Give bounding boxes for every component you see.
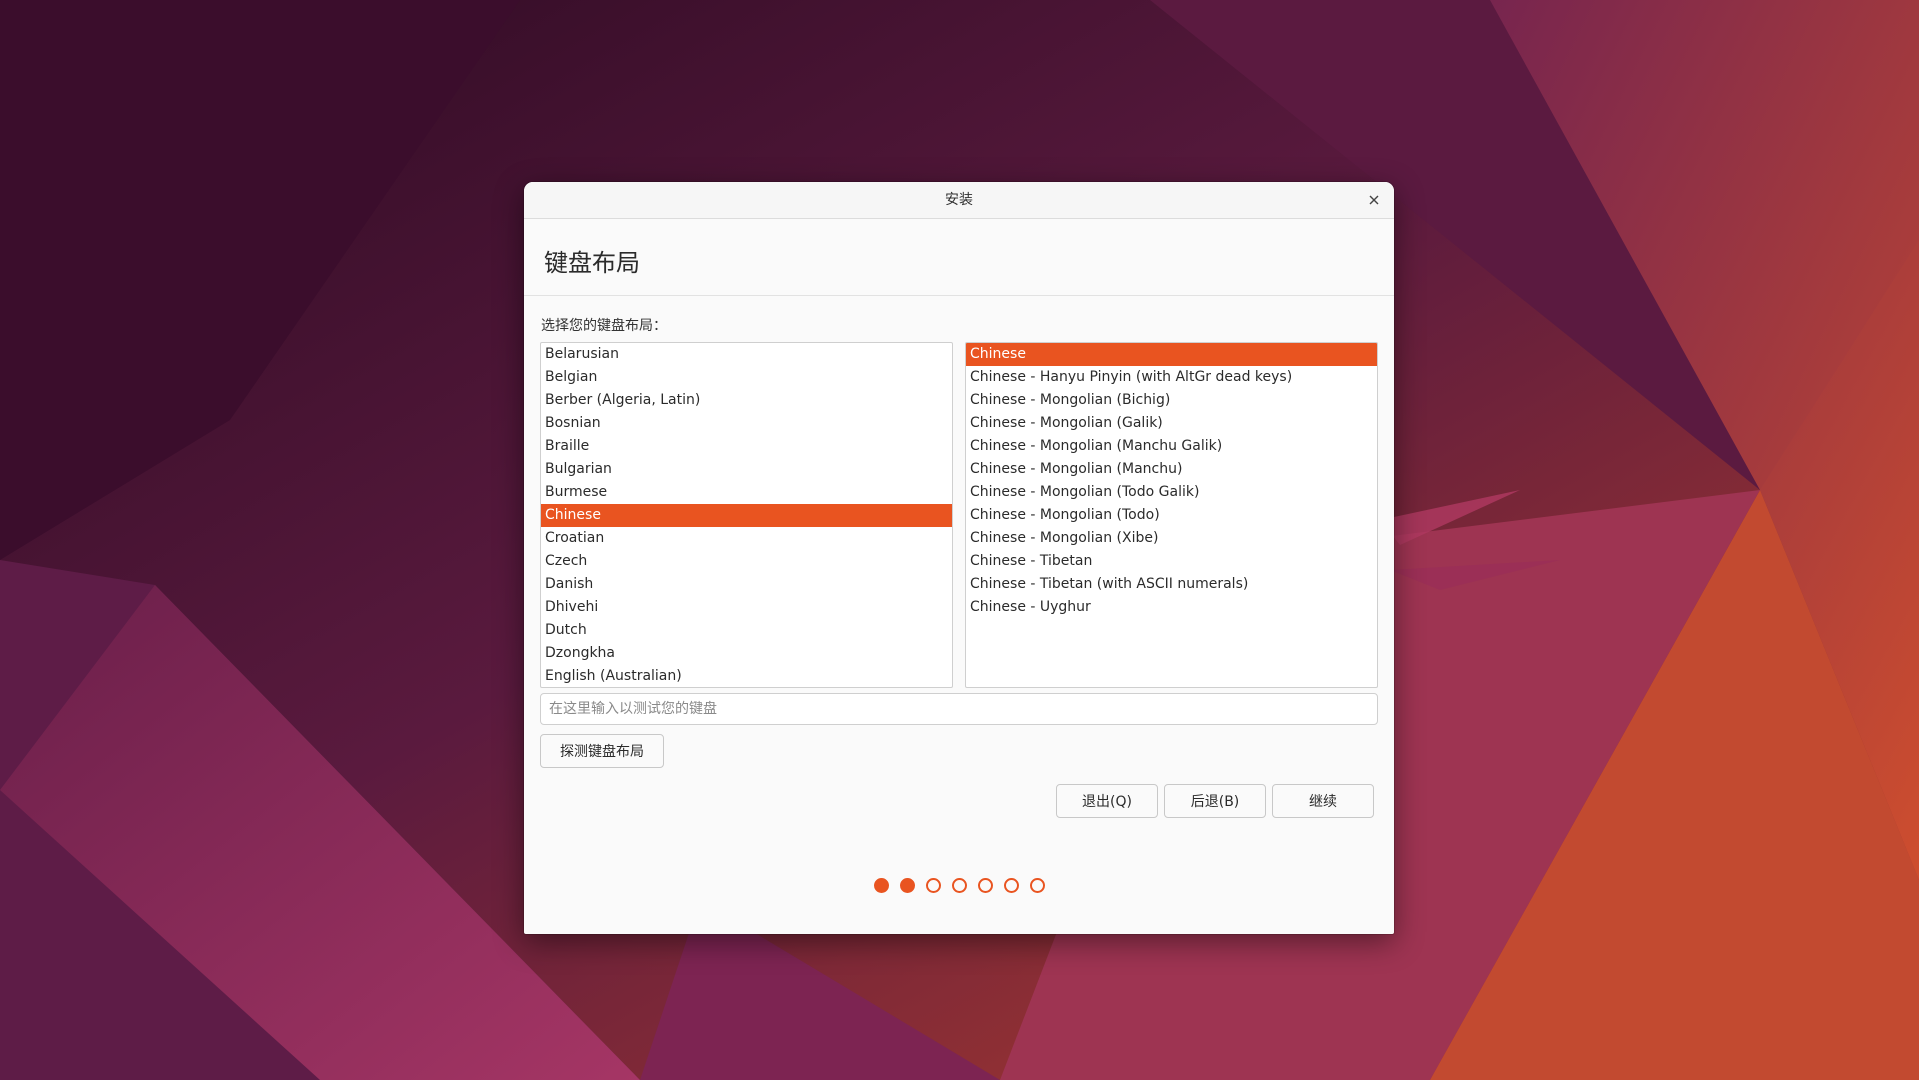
keyboard-test-input[interactable] — [540, 693, 1378, 725]
progress-dot — [951, 878, 967, 893]
keyboard-layout-list[interactable]: Belarusian Belgian Berber (Algeria, Latin)… — [540, 342, 953, 688]
layout-list-item[interactable]: Dutch — [541, 619, 952, 642]
keyboard-variant-list[interactable]: Chinese Chinese - Hanyu Pinyin (with AltG… — [965, 342, 1378, 688]
variant-list-item[interactable]: Chinese - Mongolian (Manchu Galik) — [966, 435, 1377, 458]
progress-dots — [524, 878, 1394, 893]
progress-dot — [1003, 878, 1019, 893]
variant-list-item[interactable]: Chinese - Tibetan — [966, 550, 1377, 573]
progress-dot — [977, 878, 993, 893]
variant-list-item[interactable]: Chinese - Mongolian (Todo Galik) — [966, 481, 1377, 504]
variant-list-item[interactable]: Chinese - Mongolian (Galik) — [966, 412, 1377, 435]
installer-window: 安装 键盘布局 选择您的键盘布局： Belarusian Belgian Berbe… — [524, 182, 1394, 934]
variant-list-item[interactable]: Chinese - Uyghur — [966, 596, 1377, 619]
layout-list-item[interactable]: Chinese — [541, 504, 952, 527]
variant-list-item[interactable]: Chinese - Mongolian (Todo) — [966, 504, 1377, 527]
page-title: 键盘布局 — [544, 249, 640, 277]
desktop: 安装 键盘布局 选择您的键盘布局： Belarusian Belgian Berbe… — [0, 0, 1919, 1080]
layout-prompt: 选择您的键盘布局： — [541, 318, 667, 334]
layout-list-item[interactable]: Croatian — [541, 527, 952, 550]
variant-list-item[interactable]: Chinese - Mongolian (Bichig) — [966, 389, 1377, 412]
layout-list-item[interactable]: English (Australian) — [541, 665, 952, 687]
progress-dot — [1029, 878, 1045, 893]
title-bar: 安装 — [524, 182, 1394, 219]
progress-dot — [873, 878, 889, 893]
variant-list-item[interactable]: Chinese - Tibetan (with ASCII numerals) — [966, 573, 1377, 596]
back-button[interactable]: 后退(B) — [1164, 784, 1266, 818]
window-title: 安装 — [945, 192, 973, 208]
close-icon — [1369, 195, 1379, 205]
page-header: 键盘布局 — [524, 219, 1394, 296]
layout-list-item[interactable]: Belarusian — [541, 343, 952, 366]
progress-dot — [925, 878, 941, 893]
layout-list-item[interactable]: Bulgarian — [541, 458, 952, 481]
variant-list-item[interactable]: Chinese - Mongolian (Xibe) — [966, 527, 1377, 550]
layout-list-item[interactable]: Danish — [541, 573, 952, 596]
layout-list-item[interactable]: Belgian — [541, 366, 952, 389]
variant-list-item[interactable]: Chinese - Mongolian (Manchu) — [966, 458, 1377, 481]
detect-layout-button[interactable]: 探测键盘布局 — [540, 734, 664, 768]
layout-list-item[interactable]: Braille — [541, 435, 952, 458]
layout-list-item[interactable]: Burmese — [541, 481, 952, 504]
layout-list-item[interactable]: Dhivehi — [541, 596, 952, 619]
layout-list-item[interactable]: Berber (Algeria, Latin) — [541, 389, 952, 412]
progress-dot — [899, 878, 915, 893]
layout-list-item[interactable]: Czech — [541, 550, 952, 573]
close-button[interactable] — [1362, 188, 1386, 212]
continue-button[interactable]: 继续 — [1272, 784, 1374, 818]
quit-button[interactable]: 退出(Q) — [1056, 784, 1158, 818]
layout-list-item[interactable]: Bosnian — [541, 412, 952, 435]
layout-list-item[interactable]: Dzongkha — [541, 642, 952, 665]
variant-list-item[interactable]: Chinese — [966, 343, 1377, 366]
variant-list-item[interactable]: Chinese - Hanyu Pinyin (with AltGr dead … — [966, 366, 1377, 389]
